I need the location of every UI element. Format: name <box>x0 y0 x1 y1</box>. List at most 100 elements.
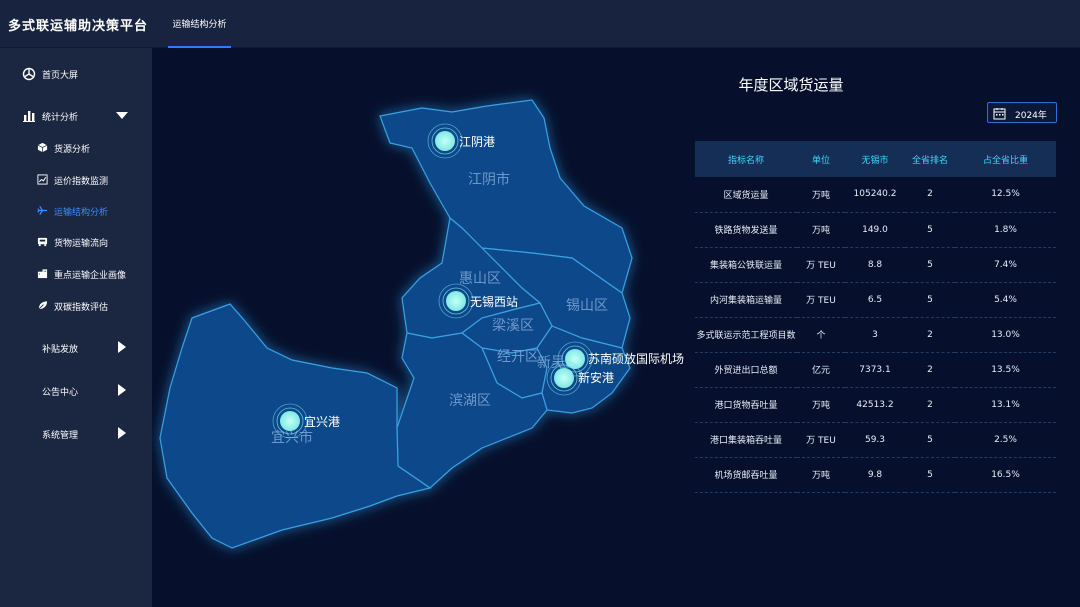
cell: 2 <box>905 177 955 213</box>
sidebar-item-subsidy[interactable]: 补贴发放 <box>0 336 152 360</box>
sidebar-item-dashboard[interactable]: 首页大屏 <box>0 62 152 86</box>
col-header: 无锡市 <box>845 141 905 177</box>
cell: 1.8% <box>955 212 1056 248</box>
panel-title: 年度区域货运量 <box>738 76 844 94</box>
col-header: 指标名称 <box>695 141 797 177</box>
table-row: 港口货物吞吐量 万吨 42513.2 2 13.1% <box>695 387 1056 423</box>
sidebar-item-label: 货物运输流向 <box>54 239 109 249</box>
sidebar-item-label: 运价指数监测 <box>54 177 109 187</box>
cell: 5 <box>905 282 955 318</box>
table-row: 多式联运示范工程项目数个 3 2 13.0% <box>695 317 1056 353</box>
cell: 港口货物吞吐量 <box>695 387 797 423</box>
tab-transport-structure[interactable]: 运输结构分析 <box>168 0 231 48</box>
sidebar-item-enterprise-profile[interactable]: 重点运输企业画像 <box>0 262 152 286</box>
district-label: 滨湖区 <box>449 393 491 409</box>
cell: 6.5 <box>845 282 905 318</box>
cell: 5.4% <box>955 282 1056 318</box>
sidebar: 首页大屏 统计分析 货源分析 运价指数监测 运输结构分析 货物运输流向 重点运输… <box>0 48 152 607</box>
sidebar-item-label: 系统管理 <box>42 431 79 441</box>
district-label: 锡山区 <box>566 298 608 314</box>
sidebar-item-cargo-flow[interactable]: 货物运输流向 <box>0 230 152 254</box>
cell: 万吨 <box>797 212 845 248</box>
col-header: 占全省比重 <box>955 141 1056 177</box>
truck-icon <box>37 237 48 247</box>
cell: 13.1% <box>955 387 1056 423</box>
leaf-icon <box>38 301 48 310</box>
cell: 港口集装箱吞吐量 <box>695 422 797 458</box>
chevron-right-icon <box>118 427 126 439</box>
sidebar-item-label: 统计分析 <box>42 113 79 123</box>
cell: 42513.2 <box>845 387 905 423</box>
cell: 区域货运量 <box>695 177 797 213</box>
cell: 13.5% <box>955 352 1056 388</box>
sidebar-item-freight-index[interactable]: 运价指数监测 <box>0 168 152 192</box>
cell: 5 <box>905 457 955 493</box>
chevron-right-icon <box>118 341 126 353</box>
cell: 12.5% <box>955 177 1056 213</box>
freight-table: 指标名称 单位 无锡市 全省排名 占全省比重 区域货运量 万吨 105240.2 2 1… <box>695 141 1056 493</box>
cell: 万吨 <box>797 387 845 423</box>
table-row: 港口集装箱吞吐量万 TEU 59.3 5 2.5% <box>695 422 1056 458</box>
cell: 万 TEU <box>797 247 845 283</box>
sidebar-item-system-admin[interactable]: 系统管理 <box>0 422 152 446</box>
cell: 2 <box>905 352 955 388</box>
sidebar-item-source-analysis[interactable]: 货源分析 <box>0 136 152 160</box>
cell: 万 TEU <box>797 282 845 318</box>
cell: 7373.1 <box>845 352 905 388</box>
year-picker[interactable]: 2024年 <box>987 102 1057 123</box>
cell: 2.5% <box>955 422 1056 458</box>
table-row: 机场货邮吞吐量 万吨 9.8 5 16.5% <box>695 457 1056 493</box>
sidebar-item-label: 重点运输企业画像 <box>54 271 127 281</box>
sidebar-item-transport-structure[interactable]: 运输结构分析 <box>0 199 152 223</box>
airplane-icon <box>37 206 48 215</box>
cell: 5 <box>905 247 955 283</box>
line-chart-icon <box>37 174 48 185</box>
region-map: 江阴市 锡山区 惠山区 梁溪区 经开区 滨湖区 宜兴市 新吴区 江阴港 无锡西站… <box>159 99 684 549</box>
sidebar-item-label: 货源分析 <box>54 145 91 155</box>
cell: 2 <box>905 317 955 353</box>
sidebar-item-announcements[interactable]: 公告中心 <box>0 379 152 403</box>
cell: 万 TEU <box>797 422 845 458</box>
cell: 16.5% <box>955 457 1056 493</box>
cell: 万吨 <box>797 457 845 493</box>
cell: 3 <box>845 317 905 353</box>
cell: 5 <box>905 422 955 458</box>
sidebar-item-label: 运输结构分析 <box>54 208 109 218</box>
cell: 内河集装箱运输量 <box>695 282 797 318</box>
table-row: 铁路货物发送量 万吨 149.0 5 1.8% <box>695 212 1056 248</box>
marker-label: 新安港 <box>578 370 614 385</box>
cell: 2 <box>905 387 955 423</box>
cell: 万吨 <box>797 177 845 213</box>
cell: 机场货邮吞吐量 <box>695 457 797 493</box>
top-bar: 多式联运辅助决策平台 运输结构分析 <box>0 0 1080 48</box>
marker-label: 苏南硕放国际机场 <box>588 351 684 366</box>
app-title: 多式联运辅助决策平台 <box>8 19 149 34</box>
building-icon <box>37 269 48 279</box>
marker-label: 江阴港 <box>459 135 495 149</box>
table-row: 内河集装箱运输量万 TEU 6.5 5 5.4% <box>695 282 1056 318</box>
sidebar-item-label: 公告中心 <box>42 388 79 398</box>
sidebar-item-carbon-index[interactable]: 双碳指数评估 <box>0 294 152 318</box>
cell: 13.0% <box>955 317 1056 353</box>
marker-label: 宜兴港 <box>304 414 340 429</box>
district-label: 江阴市 <box>468 171 510 188</box>
table-row: 外贸进出口总额 亿元 7373.1 2 13.5% <box>695 352 1056 388</box>
sidebar-item-statistics[interactable]: 统计分析 <box>0 104 152 128</box>
district-label: 惠山区 <box>459 271 501 287</box>
chevron-right-icon <box>118 384 126 396</box>
dashboard-icon <box>22 67 36 81</box>
district-label: 梁溪区 <box>492 318 534 334</box>
col-header: 单位 <box>797 141 845 177</box>
cell: 亿元 <box>797 352 845 388</box>
cell: 外贸进出口总额 <box>695 352 797 388</box>
chevron-down-icon <box>116 112 128 119</box>
district-label: 经开区 <box>497 349 539 365</box>
table-header-row: 指标名称 单位 无锡市 全省排名 占全省比重 <box>695 141 1056 177</box>
chart-bar-icon <box>23 111 35 122</box>
cell: 铁路货物发送量 <box>695 212 797 248</box>
sidebar-item-label: 补贴发放 <box>42 345 79 355</box>
cell: 9.8 <box>845 457 905 493</box>
cell: 59.3 <box>845 422 905 458</box>
marker-label: 无锡西站 <box>470 294 518 309</box>
cube-icon <box>37 142 48 153</box>
